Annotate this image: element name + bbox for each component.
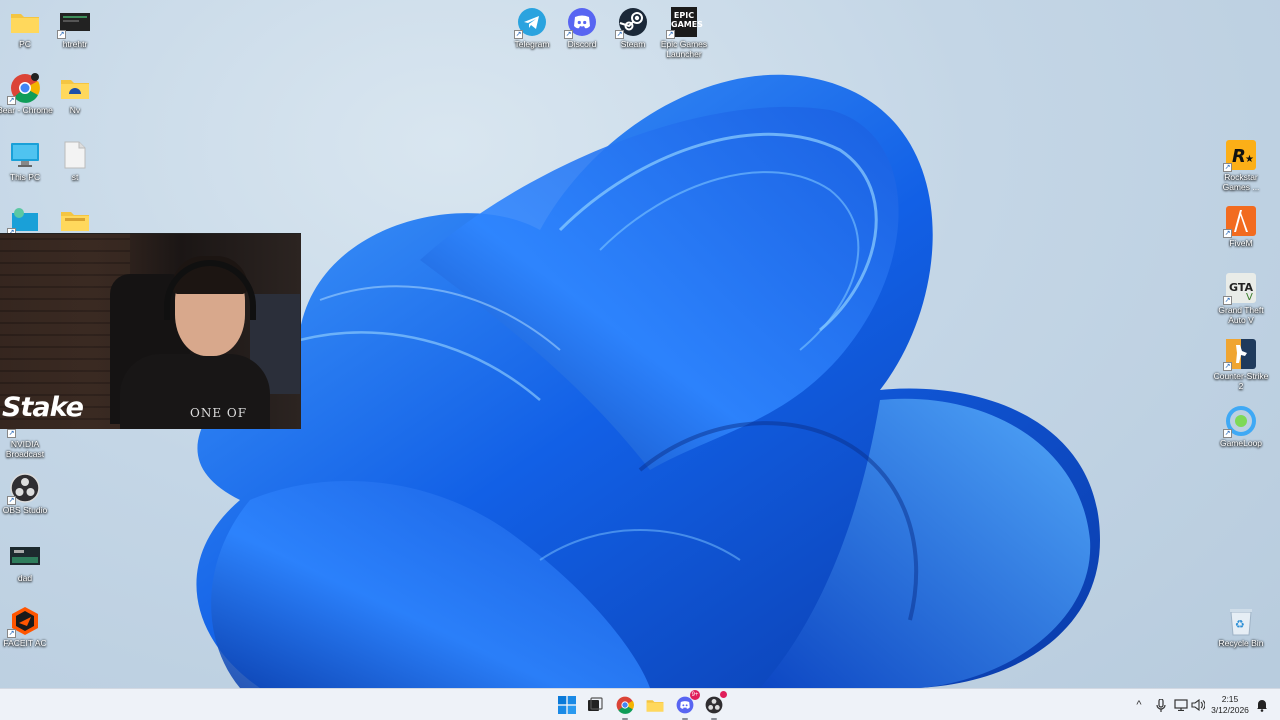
task-view-icon bbox=[588, 697, 603, 711]
chevron-up-icon: ^ bbox=[1136, 699, 1142, 711]
desktop-icon-label: OBS Studio bbox=[2, 505, 48, 515]
steam-icon: ↗ bbox=[615, 6, 649, 39]
svg-text:♻: ♻ bbox=[1235, 618, 1245, 631]
network-tray-button[interactable] bbox=[1173, 697, 1189, 713]
desktop-icon-fivem[interactable]: ↗ FiveM bbox=[1211, 205, 1271, 267]
app-window-icon: ↗ bbox=[57, 6, 91, 39]
shortcut-arrow-icon: ↗ bbox=[57, 30, 66, 39]
obs-icon: ↗ bbox=[7, 472, 41, 505]
gameloop-icon: ↗ bbox=[1223, 405, 1257, 438]
recording-indicator bbox=[720, 691, 727, 698]
microphone-icon bbox=[1156, 698, 1166, 712]
nvidia-broadcast-icon: ↗ bbox=[7, 428, 41, 438]
desktop-icon-label: Rockstar Games ... bbox=[1222, 172, 1260, 192]
shortcut-arrow-icon: ↗ bbox=[7, 629, 16, 638]
shortcut-arrow-icon: ↗ bbox=[1223, 296, 1232, 305]
shortcut-arrow-icon: ↗ bbox=[1223, 429, 1232, 438]
desktop-icon-label: Nv bbox=[69, 105, 81, 115]
shortcut-arrow-icon: ↗ bbox=[7, 96, 16, 105]
desktop-icon-label: Grand Theft Auto V bbox=[1218, 305, 1264, 325]
taskbar-task-view-button[interactable] bbox=[583, 693, 607, 717]
taskbar-obs-button[interactable] bbox=[702, 691, 727, 720]
shortcut-arrow-icon: ↗ bbox=[1223, 362, 1232, 371]
desktop-icon-label: FiveM bbox=[1229, 238, 1253, 248]
desktop-icon-rockstar-games[interactable]: R ★ ↗ Rockstar Games ... bbox=[1211, 139, 1271, 201]
desktop-icon-label: NVIDIA Broadcast bbox=[5, 439, 45, 459]
faceit-icon: ↗ bbox=[7, 605, 41, 638]
webcam-shirt-text: ONE OF bbox=[190, 406, 248, 420]
shortcut-arrow-icon: ↗ bbox=[7, 429, 16, 438]
rockstar-icon: R ★ ↗ bbox=[1223, 139, 1257, 172]
volume-icon bbox=[1191, 699, 1205, 711]
monitor-icon bbox=[9, 139, 41, 171]
desktop-icon-label: Recycle Bin bbox=[1218, 638, 1264, 648]
cs2-icon: ↗ bbox=[1223, 338, 1257, 371]
desktop-icon-counter-strike-2[interactable]: ↗ Counter-Strike 2 bbox=[1211, 338, 1271, 400]
telegram-icon: ↗ bbox=[514, 6, 548, 39]
discord-icon: ↗ bbox=[564, 6, 598, 39]
shortcut-arrow-icon: ↗ bbox=[7, 496, 16, 505]
desktop-icon-label: st bbox=[71, 172, 79, 182]
desktop-icon-st[interactable]: st bbox=[45, 139, 105, 201]
file-icon bbox=[59, 139, 91, 171]
fivem-icon: ↗ bbox=[1223, 205, 1257, 238]
taskbar-file-explorer-button[interactable] bbox=[643, 693, 667, 717]
show-hidden-icons-button[interactable]: ^ bbox=[1131, 697, 1147, 713]
shortcut-arrow-icon: ↗ bbox=[666, 30, 675, 39]
desktop-icon-label: htrehtr bbox=[62, 39, 88, 49]
gta-icon: GTA V ↗ bbox=[1223, 272, 1257, 305]
taskbar-chrome-button[interactable] bbox=[613, 693, 637, 720]
desktop-icon-label: FACEIT AC bbox=[3, 638, 47, 648]
shortcut-arrow-icon: ↗ bbox=[564, 30, 573, 39]
shortcut-arrow-icon: ↗ bbox=[514, 30, 523, 39]
clock-time: 2:15 bbox=[1221, 694, 1239, 704]
desktop-icon-label: Epic Games Launcher bbox=[660, 39, 708, 59]
taskbar: 9+ ^ 2:15 3/12/2026 bbox=[0, 688, 1280, 720]
obs-icon bbox=[705, 696, 723, 714]
desktop-icon-label: dad bbox=[17, 573, 33, 583]
clock-date: 3/12/2026 bbox=[1211, 705, 1249, 715]
desktop[interactable]: PC ↗ htrehtr ↗ Bear - Chrome Nv This PC … bbox=[0, 0, 1280, 688]
desktop-icon-nv[interactable]: Nv bbox=[45, 72, 105, 134]
folder-icon bbox=[646, 700, 664, 712]
chrome-icon: ↗ bbox=[7, 72, 41, 105]
desktop-icon-htrehtr[interactable]: ↗ htrehtr bbox=[45, 6, 105, 68]
desktop-icon-gta-v[interactable]: GTA V ↗ Grand Theft Auto V bbox=[1211, 272, 1271, 334]
shortcut-arrow-icon: ↗ bbox=[1223, 163, 1232, 172]
desktop-icon-label: GameLoop bbox=[1219, 438, 1263, 448]
desktop-icon-dad[interactable]: dad bbox=[0, 540, 55, 602]
desktop-icon-obs-studio[interactable]: ↗ OBS Studio bbox=[0, 472, 55, 534]
webcam-overlay: ONE OF Stake bbox=[0, 233, 301, 429]
desktop-icon-epic-games-launcher[interactable]: EPIC GAMES ↗ Epic Games Launcher bbox=[654, 6, 714, 68]
svg-text:V: V bbox=[1246, 292, 1253, 303]
taskbar-clock[interactable]: 2:15 3/12/2026 bbox=[1208, 694, 1252, 716]
epic-games-icon: EPIC GAMES ↗ bbox=[666, 6, 703, 39]
desktop-icon-faceit-ac[interactable]: ↗ FACEIT AC bbox=[0, 605, 55, 667]
app-window-icon bbox=[9, 540, 41, 572]
shortcut-arrow-icon: ↗ bbox=[615, 30, 624, 39]
chrome-icon bbox=[616, 696, 634, 714]
windows-start-icon bbox=[558, 696, 576, 714]
microphone-tray-button[interactable] bbox=[1153, 697, 1169, 713]
desktop-icon-recycle-bin[interactable]: ♻ Recycle Bin bbox=[1211, 605, 1271, 667]
notification-center-button[interactable] bbox=[1254, 697, 1270, 713]
svg-text:R: R bbox=[1232, 146, 1246, 167]
notification-bell-icon bbox=[1257, 699, 1267, 712]
taskbar-start-button[interactable] bbox=[555, 693, 579, 717]
desktop-icon-gameloop[interactable]: ↗ GameLoop bbox=[1211, 405, 1271, 467]
desktop-icon-label: Counter-Strike 2 bbox=[1213, 371, 1269, 391]
folder-icon bbox=[59, 72, 91, 104]
folder-icon bbox=[9, 6, 41, 38]
notification-badge: 9+ bbox=[690, 690, 700, 700]
network-icon: ↗ bbox=[7, 204, 41, 237]
shortcut-arrow-icon: ↗ bbox=[1223, 229, 1232, 238]
stake-logo: Stake bbox=[2, 392, 84, 423]
svg-text:★: ★ bbox=[1245, 154, 1254, 165]
ethernet-icon bbox=[1174, 699, 1188, 711]
taskbar-discord-button[interactable]: 9+ bbox=[673, 690, 700, 720]
volume-tray-button[interactable] bbox=[1190, 697, 1206, 713]
folder-icon bbox=[59, 204, 91, 236]
recycle-bin-icon: ♻ bbox=[1225, 605, 1257, 637]
